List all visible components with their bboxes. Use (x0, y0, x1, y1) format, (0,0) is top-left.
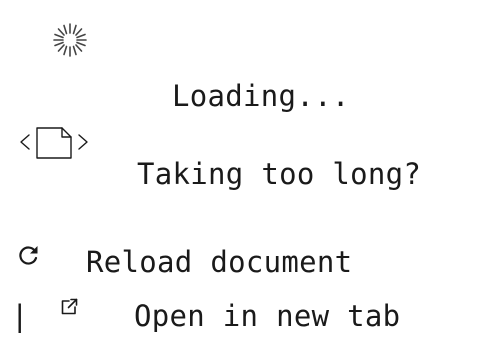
loading-message: Loading... (172, 79, 350, 113)
slow-loading-message: Taking too long? (137, 157, 422, 191)
external-link-icon (60, 298, 78, 316)
spinner-icon (52, 22, 88, 58)
open-in-new-tab-label: Open in new tab (134, 299, 401, 333)
text-cursor: | (11, 299, 29, 333)
reload-icon (18, 244, 40, 266)
reload-document-label: Reload document (86, 245, 353, 279)
document-code-icon (18, 124, 90, 172)
